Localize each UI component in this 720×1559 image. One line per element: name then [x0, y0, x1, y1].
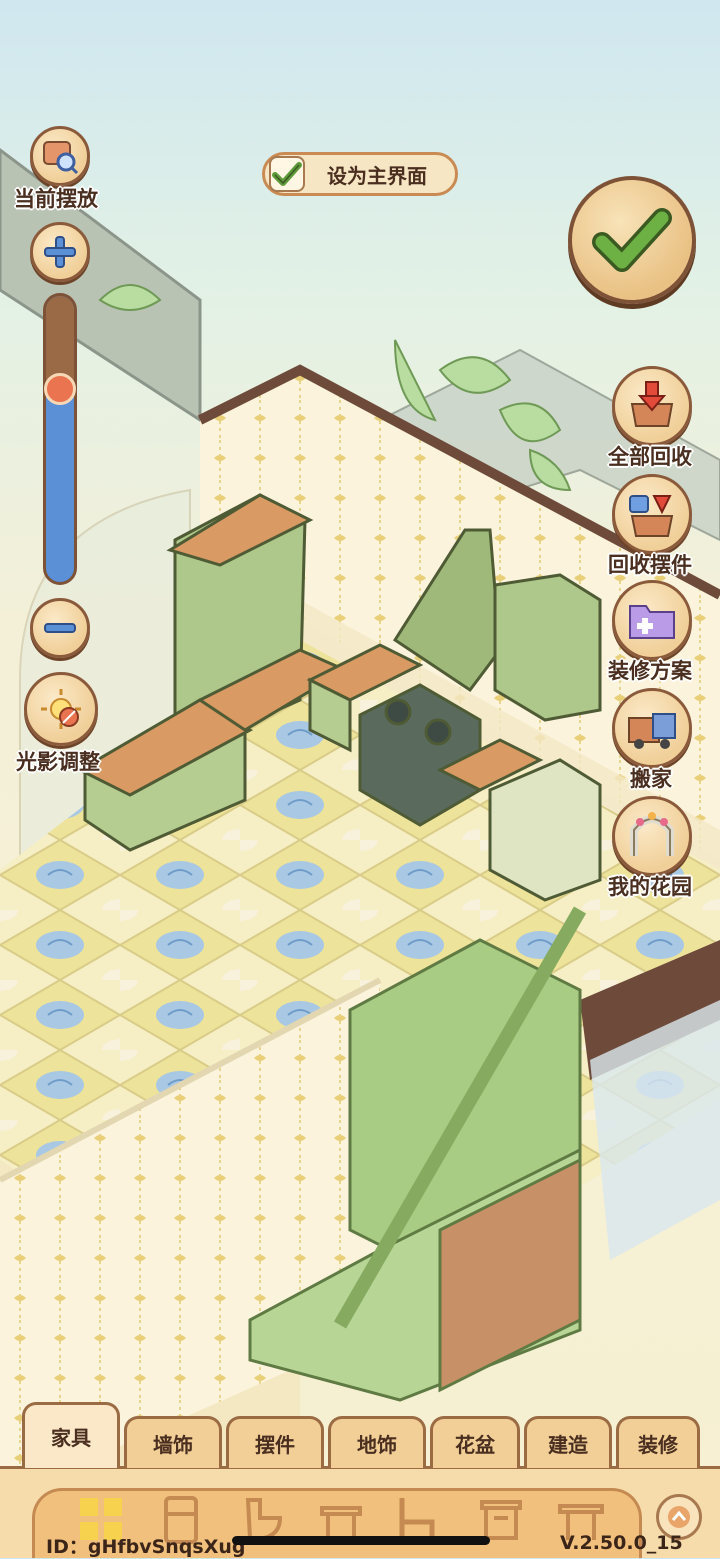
recycle-all-button[interactable]	[612, 366, 692, 446]
my-garden-button[interactable]	[612, 796, 692, 876]
tab-label: 花盆	[455, 1433, 495, 1457]
box-down-arrow-icon	[630, 381, 674, 427]
renovation-plan-label: 装修方案	[608, 659, 692, 683]
zoom-in-button[interactable]	[30, 222, 90, 282]
tab-wall-decor[interactable]: 墙饰	[124, 1416, 222, 1468]
set-as-main-checkbox[interactable]	[269, 156, 305, 192]
recycle-all-label: 全部回收	[608, 445, 692, 469]
checkmark-icon	[272, 162, 302, 186]
tab-furniture[interactable]: 家具	[22, 1402, 120, 1468]
my-garden-label: 我的花园	[608, 875, 692, 899]
zoom-out-button[interactable]	[30, 598, 90, 658]
tab-label: 建造	[548, 1433, 588, 1457]
player-id: ID：gHfbvSnqsXug	[46, 1536, 246, 1558]
tab-renovate[interactable]: 装修	[616, 1416, 700, 1468]
tab-label: 墙饰	[153, 1433, 193, 1457]
current-layout-label: 当前摆放	[14, 187, 98, 211]
checkmark-icon	[592, 208, 672, 272]
move-house-label: 搬家	[630, 767, 672, 791]
recycle-decor-button[interactable]	[612, 474, 692, 554]
tab-label: 装修	[638, 1433, 678, 1457]
folder-plus-icon	[629, 605, 675, 639]
tab-flowerpots[interactable]: 花盆	[430, 1416, 520, 1468]
chevron-up-icon	[668, 1506, 690, 1528]
zoom-slider[interactable]	[43, 293, 77, 585]
renovation-plan-button[interactable]	[612, 580, 692, 660]
plus-icon	[44, 236, 76, 268]
tab-ornaments[interactable]: 摆件	[226, 1416, 324, 1468]
moving-truck-icon	[628, 713, 676, 749]
tab-label: 家具	[51, 1426, 91, 1450]
move-house-button[interactable]	[612, 688, 692, 768]
set-as-main-label: 设为主界面	[327, 163, 427, 188]
version-label: V.2.50.0_15	[560, 1532, 683, 1554]
tab-label: 摆件	[255, 1433, 295, 1457]
home-indicator[interactable]	[232, 1536, 490, 1545]
garden-arch-icon	[630, 812, 674, 856]
minus-icon	[44, 623, 76, 633]
tab-floor-decor[interactable]: 地饰	[328, 1416, 426, 1468]
tab-build[interactable]: 建造	[524, 1416, 612, 1468]
set-as-main-toggle[interactable]: 设为主界面	[262, 152, 458, 196]
cup-box-icon	[629, 495, 674, 537]
tab-label: 地饰	[357, 1433, 397, 1457]
lighting-adjust-button[interactable]	[24, 672, 98, 746]
confirm-button[interactable]	[568, 176, 696, 304]
recycle-decor-label: 回收摆件	[608, 553, 692, 577]
lighting-adjust-label: 光影调整	[16, 750, 100, 774]
current-layout-button[interactable]	[30, 126, 90, 186]
sun-off-icon	[41, 689, 81, 729]
magnify-layout-icon	[43, 141, 79, 175]
